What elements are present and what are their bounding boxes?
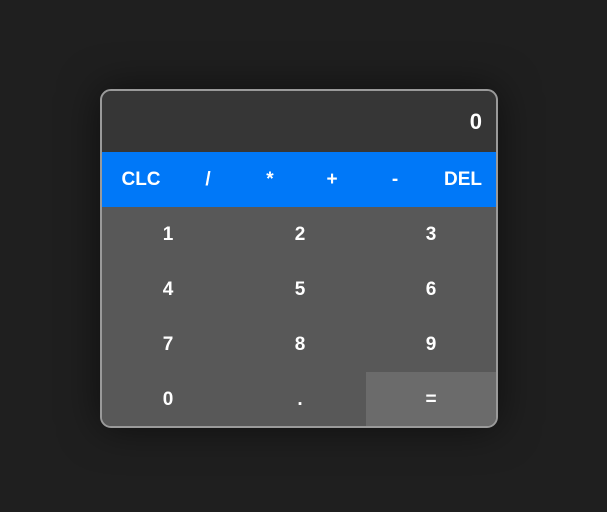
divide-button[interactable]: / — [180, 152, 236, 207]
add-button[interactable]: + — [304, 152, 360, 207]
calculator: 0 CLC / * + - DEL 1 2 3 4 5 6 7 8 9 0 . … — [100, 89, 498, 428]
key-2[interactable]: 2 — [234, 207, 366, 262]
key-8[interactable]: 8 — [234, 317, 366, 372]
display: 0 — [102, 91, 496, 152]
clear-button[interactable]: CLC — [102, 152, 180, 207]
key-5[interactable]: 5 — [234, 262, 366, 317]
key-4[interactable]: 4 — [102, 262, 234, 317]
decimal-button[interactable]: . — [234, 372, 366, 426]
keypad: 1 2 3 4 5 6 7 8 9 0 . = — [102, 207, 496, 426]
key-6[interactable]: 6 — [366, 262, 496, 317]
equals-button[interactable]: = — [366, 372, 496, 426]
display-value: 0 — [469, 108, 482, 134]
key-1[interactable]: 1 — [102, 207, 234, 262]
key-3[interactable]: 3 — [366, 207, 496, 262]
key-9[interactable]: 9 — [366, 317, 496, 372]
key-0[interactable]: 0 — [102, 372, 234, 426]
subtract-button[interactable]: - — [360, 152, 430, 207]
delete-button[interactable]: DEL — [430, 152, 496, 207]
operator-row: CLC / * + - DEL — [102, 152, 496, 207]
multiply-button[interactable]: * — [236, 152, 304, 207]
key-7[interactable]: 7 — [102, 317, 234, 372]
